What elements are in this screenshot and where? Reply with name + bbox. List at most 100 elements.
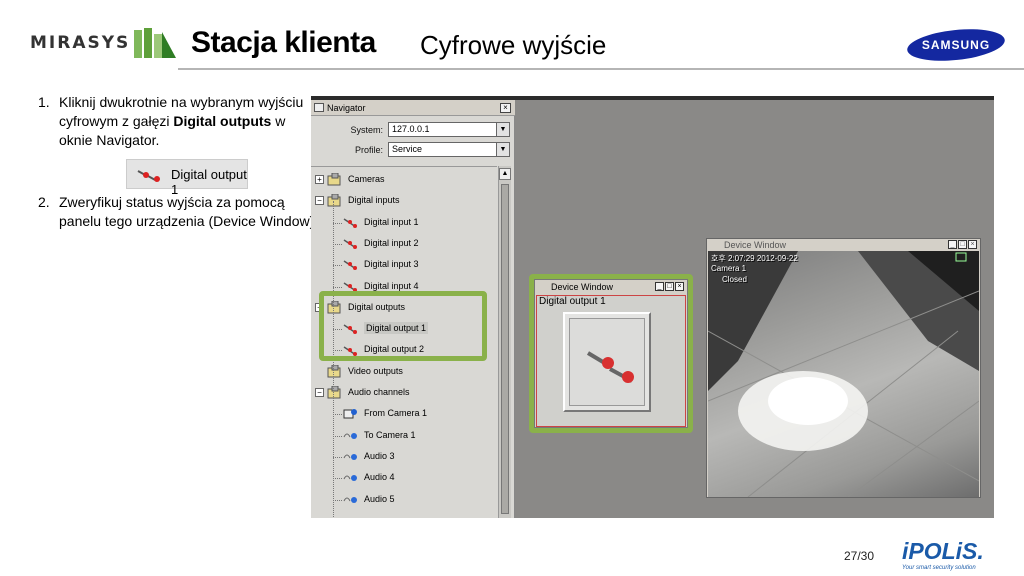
app-screenshot: Navigator × System: 127.0.0.1 ▼ Profile:… [311,96,994,518]
device-window-titlebar[interactable]: Device Window _ □ × [535,280,687,294]
camera-view[interactable]: 호후 2:07:29 2012-09-22 Camera 1 Closed [708,251,979,497]
camera-osd-status: Closed [722,275,747,284]
collapse-icon[interactable]: − [315,196,324,206]
tree-item-label: Audio channels [348,387,410,397]
navigator-title: Navigator [327,103,366,113]
tree-item-label: From Camera 1 [364,408,428,419]
tree-item[interactable]: + Cameras [315,169,385,190]
highlight-digital-outputs [319,291,487,361]
tree-item[interactable]: − Audio channels [315,382,410,403]
navigator-titlebar[interactable]: Navigator × [311,100,515,116]
camera-osd-name: Camera 1 [711,264,747,273]
tree-item[interactable]: Video outputs [327,361,403,382]
step-2-text: Zweryfikuj status wyjścia za pomocą pane… [59,194,319,229]
samsung-logo: SAMSUNG [907,29,1005,61]
tree-connector [333,414,342,416]
tree-item[interactable]: Digital input 2 [343,233,419,254]
tree-item[interactable]: Digital input 1 [343,212,419,233]
ipolis-logo: iPOLiS. Your smart security solution [902,538,984,571]
folder-camera-icon [327,361,348,382]
scroll-thumb[interactable] [501,184,509,514]
page-number: 27/30 [844,549,875,563]
tree-connector [333,435,342,437]
tree-item-label: Audio 5 [364,493,395,504]
tree-connector [333,499,342,501]
mirasys-logo: MIRASYS [30,33,131,53]
tree-item-label: Digital input 3 [364,259,419,270]
step-1: 1. Kliknij dwukrotnie na wybranym wyjści… [38,93,318,150]
tree-item[interactable]: Audio 3 [343,446,395,467]
tree-connector [333,222,342,224]
profile-value: Service [392,144,423,154]
tree-item-label: Digital inputs [348,195,400,206]
tree-connector [333,243,342,245]
tree-scrollbar[interactable]: ▲ [498,166,511,518]
close-icon[interactable]: × [675,282,684,291]
tree-item[interactable]: To Camera 1 [343,425,416,446]
profile-label: Profile: [354,145,383,155]
digital-output-chip: Digital output 1 [126,159,248,197]
close-icon[interactable]: × [968,240,977,249]
page-subtitle: Cyfrowe wyjście [420,30,607,60]
step-2: 2. Zweryfikuj status wyjścia za pomocą p… [38,193,328,231]
tree-item-label: Video outputs [348,365,403,376]
instructions: 1. Kliknij dwukrotnie na wybranym wyjści… [38,93,318,150]
tree-item[interactable]: Audio 4 [343,467,395,488]
folder-camera-icon [327,190,348,211]
digital-io-icon [343,212,364,233]
mirasys-mark-icon [134,28,176,58]
minimize-icon[interactable]: _ [655,282,664,291]
tree-item-label: Digital input 2 [364,237,419,248]
device-window-label: Digital output 1 [539,296,606,307]
digital-output-toggle-button[interactable] [563,312,651,412]
maximize-icon[interactable]: □ [958,240,967,249]
device-window-body: Digital output 1 [536,295,686,427]
chevron-down-icon[interactable]: ▼ [496,143,509,156]
folder-camera-icon [327,382,348,403]
camera-window-title: Device Window [724,240,787,250]
digital-io-icon [137,170,160,182]
camera-window-titlebar[interactable]: Device Window _ □ × [707,239,980,251]
system-select[interactable]: 127.0.0.1 ▼ [388,122,510,137]
scroll-up-icon[interactable]: ▲ [499,168,511,180]
chevron-down-icon[interactable]: ▼ [496,123,509,136]
expand-icon[interactable]: + [315,175,324,184]
samsung-logo-text: SAMSUNG [922,38,990,52]
audio-out-icon [343,446,364,467]
tree-item[interactable]: − Digital inputs [315,190,400,211]
camera-scene [708,251,979,497]
ipolis-logo-text: iPOLiS. [902,538,984,564]
maximize-icon[interactable]: □ [665,282,674,291]
tree-item-label: Audio 3 [364,450,395,461]
ipolis-tagline: Your smart security solution [902,565,976,571]
collapse-icon[interactable]: − [315,388,324,397]
step-1-bold: Digital outputs [173,113,272,129]
audio-out-icon [343,467,364,488]
profile-select[interactable]: Service ▼ [388,142,510,157]
device-window-camera: Device Window _ □ × 호후 2:07:29 2012-09-22 … [706,238,981,498]
header-divider [178,68,1024,70]
tree-connector [333,286,342,288]
tree-item[interactable]: Audio 5 [343,489,395,510]
audio-out-icon [343,489,364,510]
camera-osd-datetime: 호후 2:07:29 2012-09-22 [711,254,798,263]
tree-item-label: Audio 4 [364,472,395,483]
minimize-icon[interactable]: _ [948,240,957,249]
close-icon[interactable]: × [500,103,511,113]
tree-item-label: To Camera 1 [364,429,416,440]
tree-item-label: Digital input 4 [364,280,419,291]
digital-io-icon [586,351,634,383]
audio-out-icon [343,425,364,446]
system-label: System: [350,125,383,135]
tree-item-label: Digital input 1 [364,216,419,227]
step-1-number: 1. [38,94,50,110]
tree-item[interactable]: From Camera 1 [343,403,427,424]
tree-connector [333,478,342,480]
tree-item-label: Cameras [348,174,385,184]
digital-io-icon [343,233,364,254]
tree-connector [333,265,342,267]
window-icon [314,103,324,112]
digital-io-icon [343,254,364,275]
tree-item[interactable]: Digital input 3 [343,254,419,275]
folder-camera-icon [327,169,348,190]
